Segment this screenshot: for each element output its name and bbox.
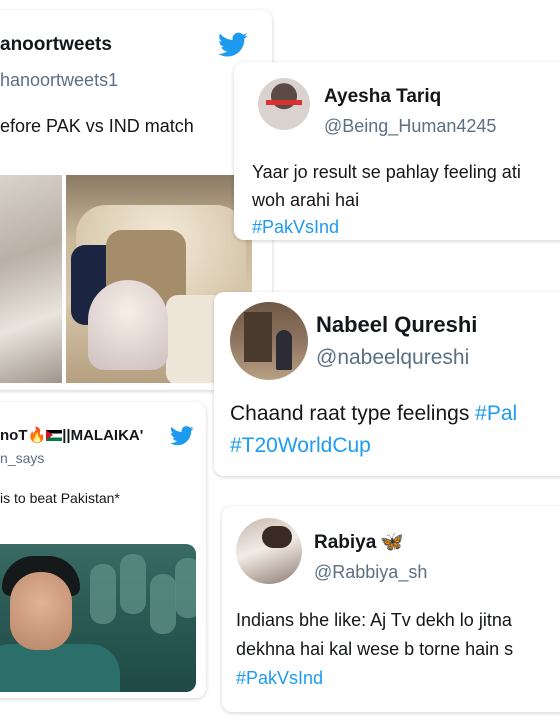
twitter-bird-icon bbox=[218, 32, 248, 58]
palestine-flag-emoji bbox=[46, 430, 63, 441]
tweet-image-left[interactable] bbox=[0, 175, 62, 383]
tweet-author-name[interactable]: Nabeel Qureshi bbox=[316, 312, 477, 338]
tweet-author-handle[interactable]: @Being_Human4245 bbox=[324, 116, 496, 137]
avatar[interactable] bbox=[230, 302, 308, 380]
tweet-text-line-1: Chaand raat type feelings #Pal bbox=[230, 402, 518, 425]
tweet-image-crying-man[interactable] bbox=[0, 544, 196, 692]
tweet-author-name[interactable]: anoortweets bbox=[0, 34, 112, 56]
tweet-text-line-1: Yaar jo result se pahlay feeling ati bbox=[252, 162, 521, 182]
avatar[interactable] bbox=[258, 78, 310, 130]
hashtag-link[interactable]: #PakVsInd bbox=[252, 217, 339, 238]
twitter-bird-icon bbox=[170, 426, 194, 446]
tweet-text-line-1: Indians bhe like: Aj Tv dekh lo jitna bbox=[236, 610, 512, 630]
hashtag-link[interactable]: #PakVsInd bbox=[236, 668, 323, 689]
tweet-author-name[interactable]: Rabiya 🦋 bbox=[314, 530, 404, 554]
tweet-author-name[interactable]: noT🔥 ||MALAIKA' bbox=[0, 426, 143, 444]
tweet-card-ayesha-tariq[interactable]: Ayesha Tariq @Being_Human4245 Yaar jo re… bbox=[234, 62, 560, 240]
tweet-text-line-2: woh arahi hai bbox=[252, 190, 360, 210]
hashtag-link[interactable]: #T20WorldCup bbox=[230, 434, 371, 458]
tweet-text-line-2: dekhna hai kal wese b torne hain s bbox=[236, 639, 514, 659]
tweet-card-nabeel-qureshi[interactable]: Nabeel Qureshi @nabeelqureshi Chaand raa… bbox=[214, 292, 560, 476]
tweet-author-handle[interactable]: @nabeelqureshi bbox=[316, 346, 469, 370]
tweet-author-handle[interactable]: n_says bbox=[0, 450, 44, 466]
hashtag-link[interactable]: #Pal bbox=[475, 402, 517, 425]
tweet-text: efore PAK vs IND match bbox=[0, 116, 194, 136]
tweet-author-handle[interactable]: @Rabbiya_sh bbox=[314, 562, 427, 583]
tweet-card-rabiya[interactable]: Rabiya 🦋 @Rabbiya_sh Indians bhe like: Aj… bbox=[222, 506, 560, 712]
avatar-badge-free-palestine bbox=[266, 100, 302, 105]
fire-emoji: 🔥 bbox=[27, 427, 47, 444]
butterfly-emoji: 🦋 bbox=[380, 532, 404, 553]
tweet-author-name[interactable]: Ayesha Tariq bbox=[324, 86, 441, 108]
tweet-author-handle[interactable]: hanoortweets1 bbox=[0, 70, 118, 91]
tweet-card-malaika[interactable]: noT🔥 ||MALAIKA' n_says is to beat Pakista… bbox=[0, 402, 206, 698]
tweet-text: is to beat Pakistan* bbox=[0, 490, 120, 506]
avatar[interactable] bbox=[236, 518, 302, 584]
